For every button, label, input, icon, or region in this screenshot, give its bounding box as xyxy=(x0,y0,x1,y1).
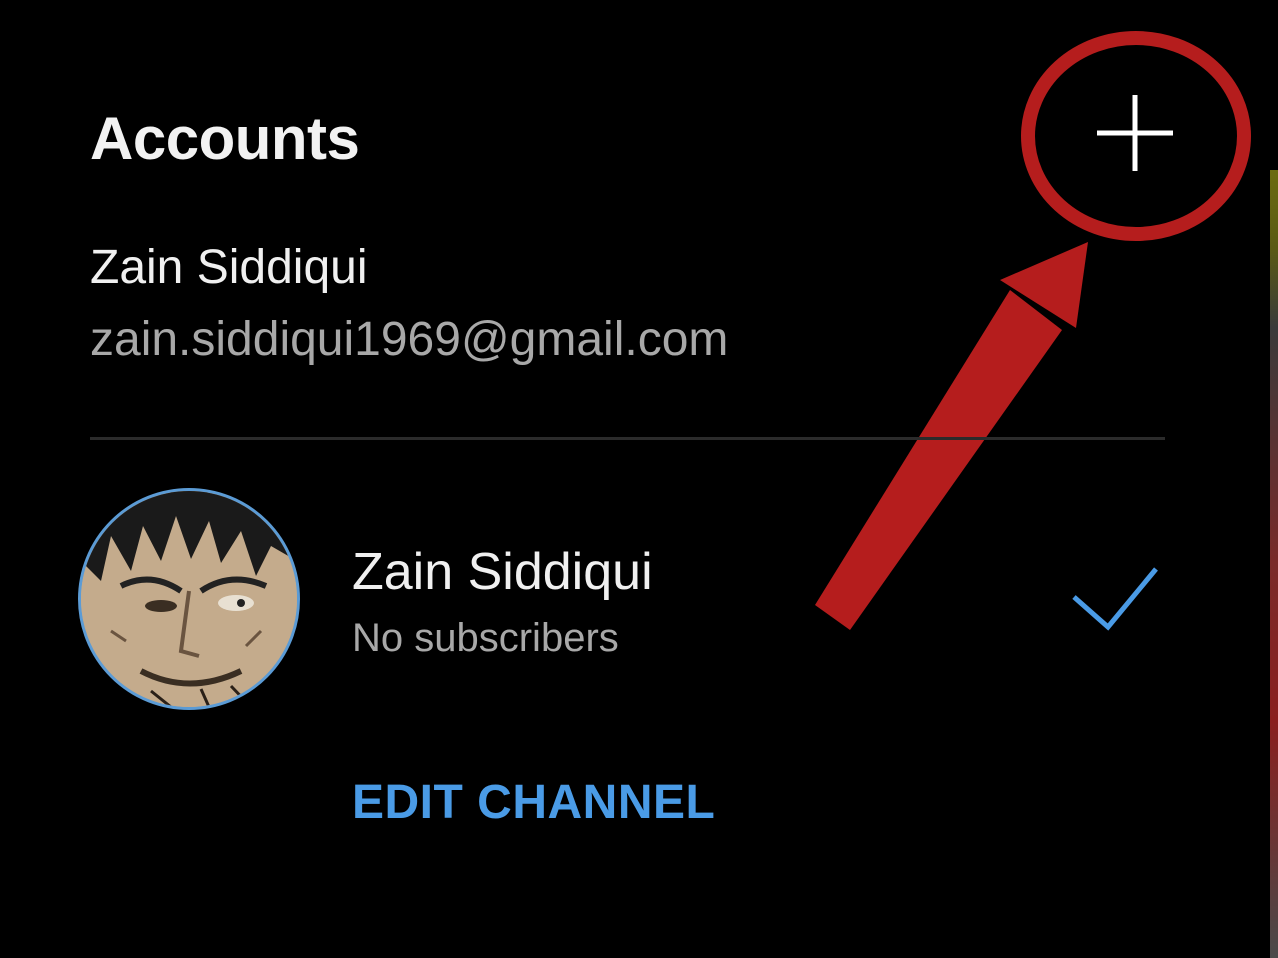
avatar xyxy=(78,488,300,710)
channel-row[interactable]: Zain Siddiqui No subscribers xyxy=(0,470,1278,730)
checkmark-icon xyxy=(1070,565,1160,635)
add-account-button[interactable] xyxy=(1080,78,1190,188)
subscriber-count: No subscribers xyxy=(352,616,619,660)
account-name: Zain Siddiqui xyxy=(90,241,368,294)
background-edge xyxy=(1270,170,1278,958)
account-email: zain.siddiqui1969@gmail.com xyxy=(90,313,729,366)
channel-name: Zain Siddiqui xyxy=(352,543,653,601)
edit-channel-button[interactable]: EDIT CHANNEL xyxy=(352,775,715,830)
page-title: Accounts xyxy=(90,105,360,172)
divider xyxy=(90,437,1165,440)
plus-icon xyxy=(1097,95,1173,171)
